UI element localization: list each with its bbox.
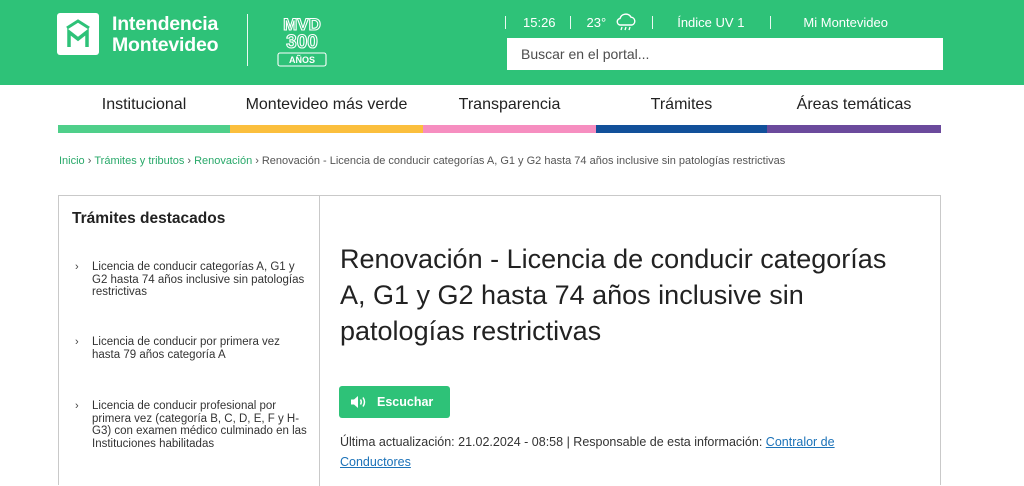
nav-color-bar (230, 125, 423, 133)
brand-name[interactable]: Intendencia Montevideo (112, 13, 219, 56)
breadcrumb-separator: › (187, 155, 192, 167)
search-input[interactable] (507, 38, 943, 70)
uv-index[interactable]: Índice UV 1 (677, 15, 744, 30)
listen-button[interactable]: Escuchar (339, 386, 450, 418)
weather-widget[interactable]: 23° (587, 13, 639, 31)
cloud-rain-icon (616, 13, 636, 31)
brand-name-line2: Montevideo (112, 34, 219, 56)
page-title: Renovación - Licencia de conducir catego… (340, 244, 887, 346)
info-separator (569, 15, 571, 29)
page-meta: Última actualización: 21.02.2024 - 08:58… (340, 432, 900, 472)
info-separator (505, 15, 506, 29)
nav-item-institucional[interactable]: Institucional (58, 85, 230, 133)
main-nav: Institucional Montevideo más verde Trans… (58, 85, 941, 133)
chevron-right-icon: › (75, 336, 79, 348)
site-header: Intendencia Montevideo MVD 300 AÑOS 15:2… (0, 0, 1024, 85)
breadcrumb-link-renovacion[interactable]: Renovación (194, 155, 252, 167)
info-separator (652, 15, 654, 29)
nav-item-transparencia[interactable]: Transparencia (423, 85, 596, 133)
meta-separator: | (566, 435, 570, 449)
sidebar: Trámites destacados › Licencia de conduc… (59, 196, 320, 486)
nav-item-montevideo-mas-verde[interactable]: Montevideo más verde (230, 85, 423, 133)
updated-label: Última actualización: (340, 435, 455, 449)
sidebar-item[interactable]: › Licencia de conducir profesional por p… (75, 400, 315, 450)
brand-name-line1: Intendencia (112, 13, 219, 35)
logo-divider (247, 14, 248, 66)
breadcrumb: Inicio › Trámites y tributos › Renovación › Re… (59, 155, 785, 167)
content-frame: Trámites destacados › Licencia de conduc… (58, 195, 941, 486)
mvd-300-badge: MVD 300 AÑOS (277, 14, 327, 67)
breadcrumb-separator: › (255, 155, 259, 167)
info-bar: 15:26 23° Índice UV 1 Mi Montevideo (505, 12, 888, 32)
listen-button-label: Escuchar (377, 395, 434, 409)
nav-color-bar (596, 125, 767, 133)
sidebar-item-label: Licencia de conducir por primera vez has… (92, 336, 280, 361)
breadcrumb-link-tramites-y-tributos[interactable]: Trámites y tributos (94, 155, 184, 167)
nav-color-bar (767, 125, 941, 133)
chevron-right-icon: › (75, 400, 79, 412)
breadcrumb-link-inicio[interactable]: Inicio (59, 155, 85, 167)
breadcrumb-current: Renovación - Licencia de conducir catego… (261, 155, 786, 167)
brand-logo-icon[interactable] (57, 13, 99, 55)
current-time: 15:26 (523, 14, 556, 30)
speaker-icon (351, 396, 366, 408)
info-separator (770, 15, 772, 29)
sidebar-title: Trámites destacados (72, 210, 226, 227)
mi-montevideo-link[interactable]: Mi Montevideo (803, 15, 888, 30)
sidebar-item-label: Licencia de conducir categorías A, G1 y … (92, 261, 305, 298)
svg-text:AÑOS: AÑOS (289, 55, 315, 65)
nav-color-bar (58, 125, 230, 133)
responsible-label: Responsable de esta información: (573, 435, 763, 449)
sidebar-item[interactable]: › Licencia de conducir categorías A, G1 … (75, 261, 315, 299)
temperature: 23° (586, 14, 607, 30)
nav-color-bar (423, 125, 596, 133)
breadcrumb-separator: › (87, 155, 92, 167)
chevron-right-icon: › (75, 261, 79, 273)
updated-value: 21.02.2024 - 08:58 (458, 435, 564, 449)
sidebar-item-label: Licencia de conducir profesional por pri… (92, 400, 307, 450)
nav-item-tramites[interactable]: Trámites (596, 85, 767, 133)
nav-item-areas-tematicas[interactable]: Áreas temáticas (767, 85, 941, 133)
sidebar-item[interactable]: › Licencia de conducir por primera vez h… (75, 336, 315, 361)
svg-text:300: 300 (286, 32, 318, 53)
